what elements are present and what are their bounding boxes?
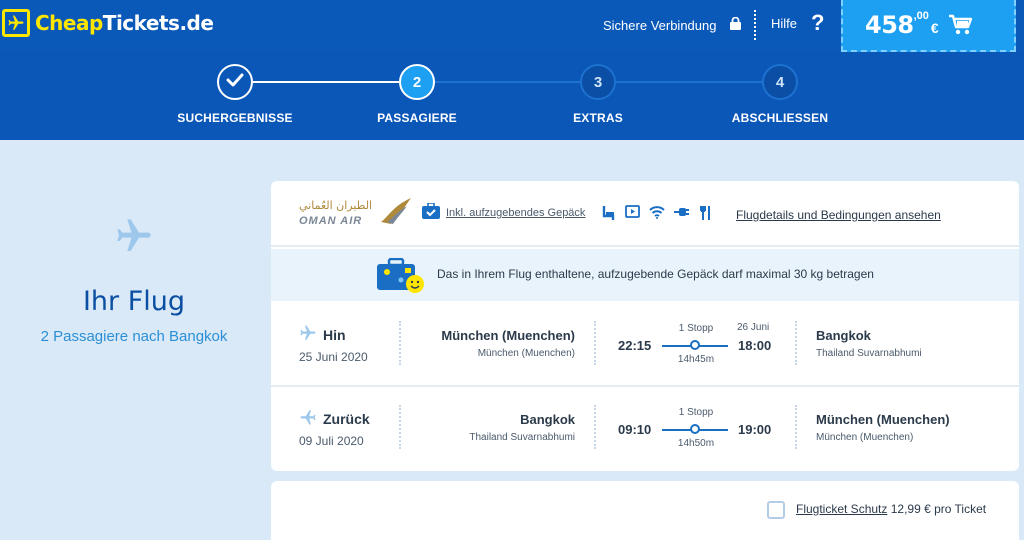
help-link[interactable]: Hilfe ? [771,10,825,35]
ticket-protection-price: 12,99 € pro Ticket [890,502,987,516]
destination-city: Bangkok [816,328,871,343]
entertainment-icon [625,205,640,226]
outbound-leg[interactable]: Hin 25 Juni 2020 München (Muenchen) Münc… [271,303,1019,387]
return-leg[interactable]: Zurück 09 Juli 2020 Bangkok Thailand Suv… [271,387,1019,471]
airplane-icon [114,216,154,261]
arrival-date: 26 Juni [737,322,770,333]
leg-type-label: Zurück [323,410,370,427]
step-1-label: SUCHERGEBNISSE [177,111,293,125]
suitcase-smiley-icon [375,257,427,299]
stopover-dot [690,424,700,434]
meal-icon [699,205,711,226]
booking-progress: SUCHERGEBNISSE 2 PASSAGIERE 3 EXTRAS 4 A… [0,52,1024,140]
leg-divider [399,321,401,365]
flight-card: الطيران العُماني OMAN AIR Inkl. aufzugeb… [271,181,1019,471]
wifi-icon [649,205,665,226]
ticket-protection-link[interactable]: Flugticket Schutz [796,502,887,516]
baggage-included-label: Inkl. aufzugebendes Gepäck [446,207,586,219]
arrival-time: 19:00 [738,422,772,437]
step-1-circle[interactable] [217,64,253,100]
cheaptickets-logo[interactable]: CheapTickets.de [2,9,214,37]
baggage-notice: Das in Ihrem Flug enthaltene, aufzugeben… [271,249,1019,301]
brand-part-tickets: Tickets.de [102,11,214,35]
brand-name: CheapTickets.de [35,11,214,35]
step-3-label: EXTRAS [573,111,623,125]
stopover-dot [690,340,700,350]
brand-part-cheap: Cheap [35,11,103,35]
progress-line-done [253,81,399,83]
stops-count: 1 Stopp [678,323,714,334]
leg-divider [795,405,797,449]
destination-airport: Thailand Suvarnabhumi [816,348,922,359]
departure-time: 22:15 [618,338,652,353]
origin-airport: Thailand Suvarnabhumi [469,432,575,443]
power-plug-icon [674,205,690,226]
sidebar-subtitle: 2 Passagiere nach Bangkok [40,328,228,345]
step-4-circle: 4 [762,64,798,100]
ticket-protection-text: Flugticket Schutz 12,99 € pro Ticket [796,502,986,516]
secure-connection-label: Sichere Verbindung [603,17,717,33]
progress-line [616,81,762,83]
origin-airport: München (Muenchen) [477,348,575,359]
baggage-notice-text: Das in Ihrem Flug enthaltene, aufzugeben… [437,267,874,281]
lock-icon [730,16,742,33]
airline-arabic-name: الطيران العُماني [299,199,373,212]
leg-date: 09 Juli 2020 [299,434,364,448]
origin-city: München (Muenchen) [441,328,575,343]
leg-divider [399,405,401,449]
progress-line [435,81,580,83]
airline-row: الطيران العُماني OMAN AIR Inkl. aufzugeb… [271,181,1019,247]
flight-details-link[interactable]: Flugdetails und Bedingungen ansehen [736,208,941,222]
price-currency: € [930,20,939,36]
header-divider [754,10,756,40]
shopping-cart-icon [948,14,973,41]
flight-duration: 14h45m [677,354,715,365]
step-4-label: ABSCHLIESSEN [731,111,829,125]
destination-city: München (Muenchen) [816,412,950,427]
departure-time: 09:10 [618,422,652,437]
ticket-protection-checkbox[interactable] [767,501,785,519]
seat-icon [602,205,616,226]
departure-plane-icon [299,324,317,345]
secure-connection: Sichere Verbindung [603,16,742,33]
ticket-protection-card: Flugticket Schutz 12,99 € pro Ticket [271,481,1019,540]
airline-wing-icon [379,196,413,231]
leg-type: Zurück [299,408,370,429]
flight-duration: 14h50m [677,438,715,449]
stops-count: 1 Stopp [678,407,714,418]
baggage-included-link[interactable]: Inkl. aufzugebendes Gepäck [421,202,586,223]
cart-button[interactable]: 458 ,00 € [841,0,1016,52]
leg-divider [795,321,797,365]
leg-type: Hin [299,324,346,345]
leg-divider [594,321,596,365]
checkmark-icon [226,73,244,91]
arrival-time: 18:00 [738,338,772,353]
help-icon: ? [811,10,825,35]
return-plane-icon [299,408,317,429]
leg-type-label: Hin [323,326,346,343]
help-label: Hilfe [771,15,798,31]
step-3-circle: 3 [580,64,616,100]
airline-name: OMAN AIR [299,215,363,227]
step-2-circle: 2 [399,64,435,100]
sidebar-title: Ihr Flug [82,286,186,317]
destination-airport: München (Muenchen) [816,432,914,443]
amenities [602,205,711,226]
total-price-cents: ,00 [913,10,929,22]
total-price: 458 [865,11,914,39]
step-2-label: PASSAGIERE [377,111,457,125]
leg-date: 25 Juni 2020 [299,350,368,364]
oman-air-logo: الطيران العُماني OMAN AIR [299,196,415,230]
origin-city: Bangkok [520,412,575,427]
suitcase-check-icon [421,202,441,223]
leg-divider [594,405,596,449]
airplane-logo-icon [2,9,30,37]
top-header: CheapTickets.de Sichere Verbindung Hilfe… [0,0,1024,52]
